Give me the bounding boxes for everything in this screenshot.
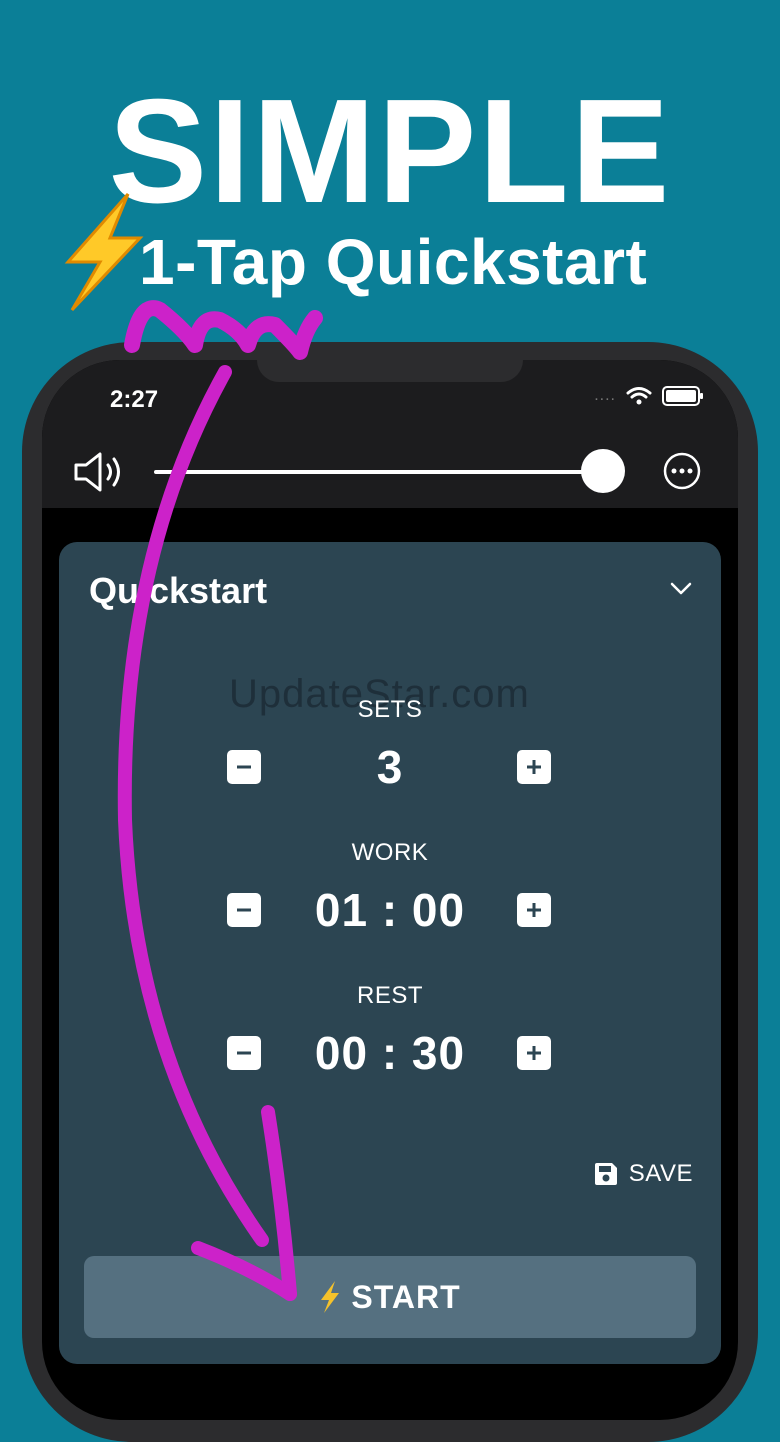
notch [257, 360, 523, 382]
status-icons: .... [594, 386, 704, 406]
rest-label: REST [356, 982, 423, 1009]
lightning-icon [321, 1281, 340, 1313]
sets-increment-button[interactable] [517, 750, 551, 784]
rest-increment-button[interactable] [517, 1036, 551, 1070]
phone-screen: 2:27 .... Quickstart UpdateStar.com SETS… [42, 360, 738, 1420]
plus-icon [527, 903, 541, 917]
work-label: WORK [351, 839, 429, 866]
plus-icon [527, 1046, 541, 1060]
sets-label: SETS [357, 696, 423, 723]
volume-slider-thumb[interactable] [581, 449, 625, 493]
lightning-icon [64, 193, 144, 312]
quickstart-card: Quickstart UpdateStar.com SETS 3 WORK 01… [59, 542, 721, 1364]
subheadline-text: 1-Tap Quickstart [139, 226, 648, 298]
start-label: START [351, 1278, 461, 1315]
speaker-icon[interactable] [72, 450, 126, 494]
battery-icon [662, 386, 703, 406]
chevron-down-icon[interactable] [669, 580, 693, 598]
sets-value: 3 [376, 741, 404, 793]
signal-icon: .... [594, 387, 616, 404]
more-icon[interactable] [662, 451, 702, 491]
card-title: Quickstart [89, 570, 268, 611]
save-button[interactable]: SAVE [593, 1160, 693, 1188]
floppy-disk-icon [594, 1163, 617, 1185]
promo-subheadline: 1-Tap Quickstart [60, 193, 648, 312]
work-increment-button[interactable] [517, 893, 551, 927]
start-button[interactable]: START [84, 1256, 696, 1338]
volume-slider[interactable] [154, 470, 604, 474]
rest-value: 00 : 30 [314, 1027, 466, 1079]
top-bar: 2:27 .... [42, 360, 738, 508]
work-value: 01 : 00 [314, 884, 466, 936]
save-label: SAVE [628, 1160, 693, 1187]
wifi-icon [626, 387, 652, 405]
plus-icon [527, 760, 541, 774]
status-time: 2:27 [110, 386, 159, 413]
